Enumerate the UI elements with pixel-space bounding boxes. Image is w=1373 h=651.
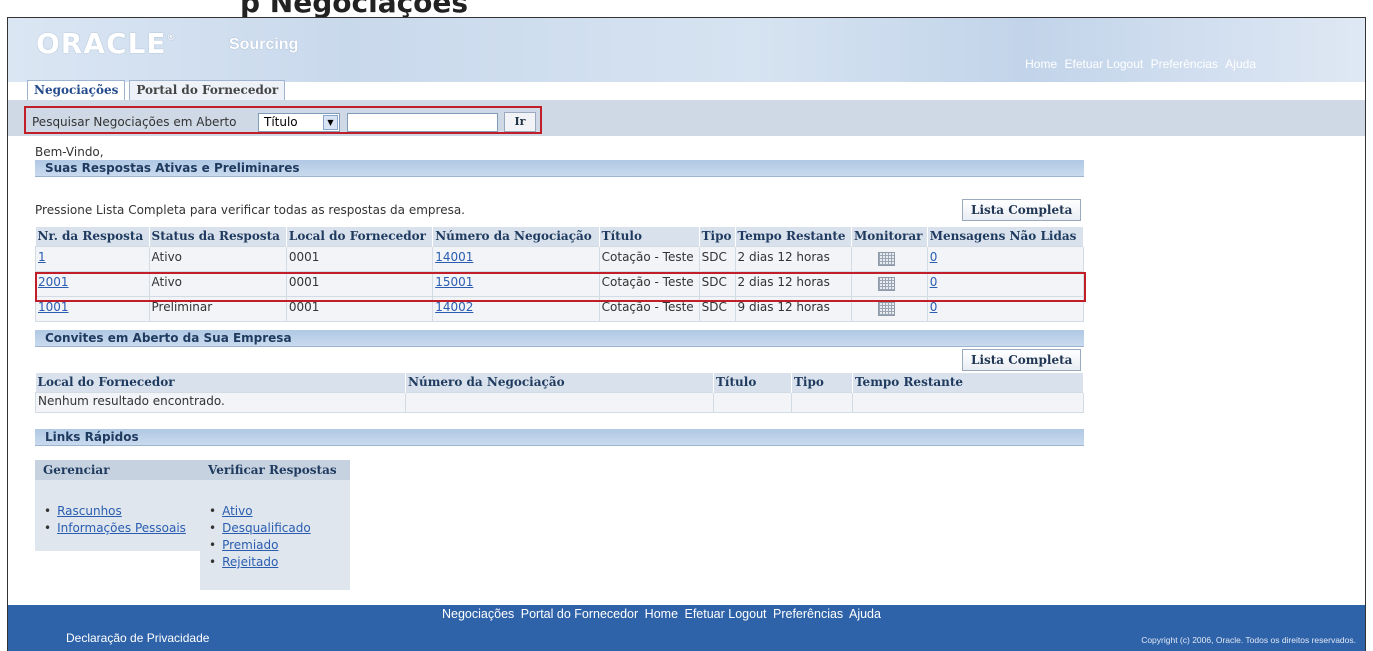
invites-table: Local do Fornecedor Número da Negociação… bbox=[35, 373, 1084, 413]
global-links: Home Efetuar Logout Preferências Ajuda bbox=[1021, 57, 1256, 71]
table-row: 2001 Ativo 0001 15001 Cotação - Teste SD… bbox=[35, 270, 1085, 297]
negotiation-title: Cotação - Teste bbox=[598, 270, 700, 297]
table-row: 1001 Preliminar 0001 14002 Cotação - Tes… bbox=[35, 295, 1085, 322]
col-tipo: Tipo bbox=[791, 373, 853, 392]
negotiation-type: SDC bbox=[698, 245, 736, 272]
calendar-grid-icon[interactable] bbox=[877, 251, 895, 266]
response-status: Ativo bbox=[148, 270, 287, 297]
responses-table: Nr. da Resposta Status da Resposta Local… bbox=[35, 227, 1085, 322]
invites-section-header: Convites em Aberto da Sua Empresa bbox=[35, 330, 1084, 347]
col-tipo: Tipo bbox=[699, 227, 736, 246]
footer-link-negociacoes[interactable]: Negociações bbox=[442, 607, 514, 621]
oracle-logo: ORACLE® bbox=[36, 27, 177, 60]
col-local: Local do Fornecedor bbox=[286, 227, 434, 246]
col-mensagens: Mensagens Não Lidas bbox=[927, 227, 1085, 246]
negotiation-type: SDC bbox=[698, 295, 736, 322]
footer-link-home[interactable]: Home bbox=[645, 607, 678, 621]
footer-link-help[interactable]: Ajuda bbox=[849, 607, 881, 621]
global-link-logout[interactable]: Efetuar Logout bbox=[1065, 57, 1144, 71]
response-status: Ativo bbox=[148, 245, 287, 272]
time-remaining: 9 dias 12 horas bbox=[734, 295, 852, 322]
negotiation-number-link[interactable]: 14002 bbox=[435, 300, 473, 314]
table-row: 1 Ativo 0001 14001 Cotação - Teste SDC 2… bbox=[35, 245, 1085, 272]
time-remaining: 2 dias 12 horas bbox=[734, 270, 852, 297]
responses-hint: Pressione Lista Completa para verificar … bbox=[35, 203, 465, 217]
table-row: Nenhum resultado encontrado. bbox=[35, 391, 1084, 413]
time-remaining: 2 dias 12 horas bbox=[734, 245, 852, 272]
footer-link-logout[interactable]: Efetuar Logout bbox=[685, 607, 767, 621]
global-link-home[interactable]: Home bbox=[1025, 57, 1057, 71]
unread-messages-link[interactable]: 0 bbox=[930, 275, 938, 289]
negotiation-number-link[interactable]: 14001 bbox=[435, 250, 473, 264]
link-premiado[interactable]: Premiado bbox=[222, 538, 278, 552]
col-local: Local do Fornecedor bbox=[35, 373, 406, 392]
empty-message: Nenhum resultado encontrado. bbox=[35, 391, 406, 413]
link-ativo[interactable]: Ativo bbox=[222, 504, 252, 518]
response-number-link[interactable]: 2001 bbox=[38, 275, 69, 289]
response-number-link[interactable]: 1 bbox=[38, 250, 46, 264]
footer-links: Negociações Portal do Fornecedor Home Ef… bbox=[442, 607, 884, 621]
supplier-site: 0001 bbox=[285, 295, 434, 322]
welcome-text: Bem-Vindo, bbox=[35, 145, 104, 159]
quick-links-header: Links Rápidos bbox=[35, 429, 1084, 446]
responses-full-list-button[interactable]: Lista Completa bbox=[962, 199, 1082, 221]
app-window: ORACLE® Sourcing Home Efetuar Logout Pre… bbox=[7, 17, 1366, 651]
negotiation-type: SDC bbox=[698, 270, 736, 297]
col-status: Status da Resposta bbox=[149, 227, 287, 246]
global-link-help[interactable]: Ajuda bbox=[1225, 57, 1256, 71]
response-number-link[interactable]: 1001 bbox=[38, 300, 69, 314]
footer: Negociações Portal do Fornecedor Home Ef… bbox=[8, 605, 1365, 651]
col-negociacao: Número da Negociação bbox=[405, 373, 714, 392]
col-titulo: Título bbox=[599, 227, 700, 246]
manage-links: Rascunhos Informações Pessoais bbox=[44, 503, 186, 537]
negotiation-title: Cotação - Teste bbox=[598, 245, 700, 272]
unread-messages-link[interactable]: 0 bbox=[930, 250, 938, 264]
tab-negociacoes[interactable]: Negociações bbox=[27, 80, 126, 100]
tab-portal-fornecedor[interactable]: Portal do Fornecedor bbox=[129, 80, 286, 100]
product-name: Sourcing bbox=[229, 36, 299, 53]
col-tempo: Tempo Restante bbox=[852, 373, 1084, 392]
negotiation-title: Cotação - Teste bbox=[598, 295, 700, 322]
col-monitorar: Monitorar bbox=[851, 227, 928, 246]
invites-table-header: Local do Fornecedor Número da Negociação… bbox=[35, 373, 1084, 392]
link-rascunhos[interactable]: Rascunhos bbox=[57, 504, 122, 518]
response-status: Preliminar bbox=[148, 295, 287, 322]
manage-panel-title: Gerenciar bbox=[35, 460, 200, 480]
unread-messages-link[interactable]: 0 bbox=[930, 300, 938, 314]
col-titulo: Título bbox=[713, 373, 792, 392]
footer-link-preferences[interactable]: Preferências bbox=[773, 607, 843, 621]
global-link-preferences[interactable]: Preferências bbox=[1151, 57, 1218, 71]
invites-full-list-button[interactable]: Lista Completa bbox=[962, 349, 1082, 371]
responses-section-header: Suas Respostas Ativas e Preliminares bbox=[35, 160, 1084, 177]
check-responses-links: Ativo Desqualificado Premiado Rejeitado bbox=[209, 503, 311, 571]
supplier-site: 0001 bbox=[285, 270, 434, 297]
check-responses-panel-title: Verificar Respostas bbox=[200, 460, 350, 480]
col-nr-resposta: Nr. da Resposta bbox=[35, 227, 150, 246]
footer-link-portal[interactable]: Portal do Fornecedor bbox=[521, 607, 638, 621]
calendar-grid-icon[interactable] bbox=[877, 301, 895, 316]
header: ORACLE® Sourcing Home Efetuar Logout Pre… bbox=[8, 18, 1365, 82]
responses-table-header: Nr. da Resposta Status da Resposta Local… bbox=[35, 227, 1085, 246]
calendar-grid-icon[interactable] bbox=[877, 276, 895, 291]
tab-bar: Negociações Portal do Fornecedor bbox=[27, 80, 289, 100]
copyright: Copyright (c) 2006, Oracle. Todos os dir… bbox=[1141, 635, 1356, 645]
link-informacoes-pessoais[interactable]: Informações Pessoais bbox=[57, 521, 186, 535]
supplier-site: 0001 bbox=[285, 245, 434, 272]
privacy-link[interactable]: Declaração de Privacidade bbox=[66, 631, 209, 645]
link-desqualificado[interactable]: Desqualificado bbox=[222, 521, 311, 535]
negotiation-number-link[interactable]: 15001 bbox=[435, 275, 473, 289]
col-tempo: Tempo Restante bbox=[735, 227, 852, 246]
col-negociacao: Número da Negociação bbox=[432, 227, 600, 246]
link-rejeitado[interactable]: Rejeitado bbox=[222, 555, 278, 569]
search-highlight-box bbox=[24, 106, 542, 134]
